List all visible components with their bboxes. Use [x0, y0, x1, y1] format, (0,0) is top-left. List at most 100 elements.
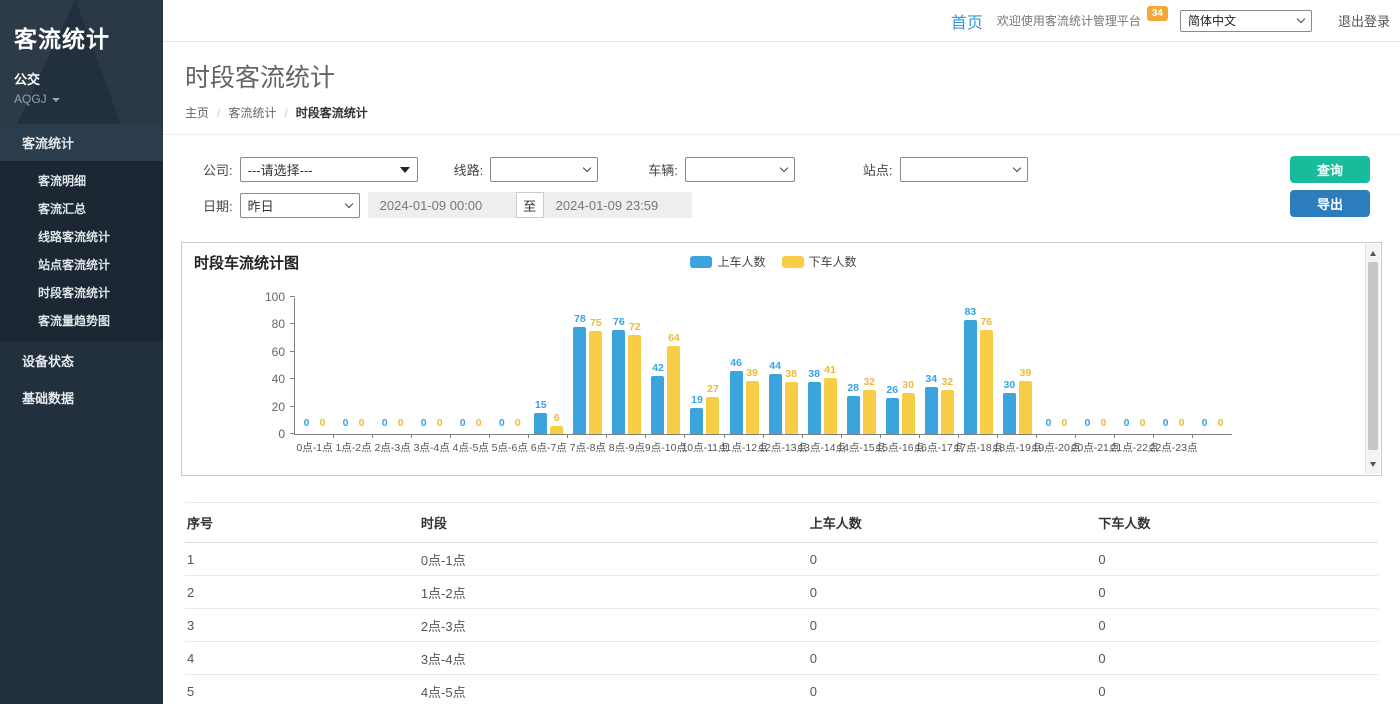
- x-axis-label: 22点-23点: [1150, 440, 1198, 455]
- table-cell: 0: [1096, 576, 1378, 609]
- bar-column: 76: [980, 316, 993, 434]
- query-button[interactable]: 查询: [1290, 156, 1370, 183]
- x-axis-tick: [372, 434, 373, 438]
- bar-column: 39: [1019, 367, 1032, 434]
- table-cell: 0: [1096, 642, 1378, 675]
- sidebar-subitem-客流明细[interactable]: 客流明细: [0, 166, 163, 194]
- org-switcher[interactable]: AQGJ: [14, 92, 149, 106]
- scroll-up-icon[interactable]: [1366, 246, 1380, 261]
- bar-column: 75: [589, 317, 602, 434]
- chart-vertical-scrollbar[interactable]: [1365, 244, 1380, 474]
- bar-下车人数: [550, 426, 563, 434]
- legend-item-下车人数[interactable]: 下车人数: [782, 253, 857, 270]
- chart-category-group: 303918点-19点: [998, 298, 1037, 434]
- chart-category-group: 0020点-21点: [1076, 298, 1115, 434]
- sidebar-subitem-客流量趋势图[interactable]: 客流量趋势图: [0, 306, 163, 334]
- sidebar: 客流统计 公交 AQGJ 客流统计客流明细客流汇总线路客流统计站点客流统计时段客…: [0, 0, 163, 704]
- sidebar-subitem-客流汇总[interactable]: 客流汇总: [0, 194, 163, 222]
- chart-category-group: 00: [1193, 298, 1232, 434]
- x-axis-tick: [489, 434, 490, 438]
- sidebar-subitem-时段客流统计[interactable]: 时段客流统计: [0, 278, 163, 306]
- legend-swatch-icon: [690, 256, 712, 268]
- sidebar-item-客流统计[interactable]: 客流统计: [0, 124, 163, 161]
- chart-legend: 上车人数下车人数: [182, 253, 1365, 270]
- bar-value-label: 0: [515, 417, 521, 429]
- x-axis-tick: [1036, 434, 1037, 438]
- date-to-input[interactable]: 2024-01-09 23:59: [544, 192, 692, 218]
- chevron-down-icon: [1012, 164, 1020, 172]
- bar-上车人数: [964, 320, 977, 434]
- language-select[interactable]: 简体中文: [1180, 10, 1312, 32]
- bar-column: 0: [1136, 417, 1149, 434]
- x-axis-tick: [1114, 434, 1115, 438]
- bar-上车人数: [573, 327, 586, 434]
- breadcrumb-parent[interactable]: 客流统计: [228, 106, 276, 120]
- bar-column: 0: [1058, 417, 1071, 434]
- bar-下车人数: [785, 382, 798, 434]
- table-header-cell: 序号: [185, 503, 419, 543]
- bar-上车人数: [690, 408, 703, 434]
- bar-column: 0: [1042, 417, 1055, 434]
- bar-value-label: 0: [359, 417, 365, 429]
- bar-column: 30: [902, 379, 915, 434]
- station-select[interactable]: [900, 157, 1028, 182]
- bar-value-label: 0: [460, 417, 466, 429]
- date-preset-select[interactable]: 昨日: [240, 193, 360, 218]
- caret-down-icon: [52, 98, 60, 102]
- x-axis-tick: [958, 434, 959, 438]
- company-select-value: ---请选择---: [248, 160, 313, 179]
- table-cell: 5: [185, 675, 419, 704]
- sidebar-item-设备状态[interactable]: 设备状态: [0, 342, 163, 379]
- sidebar-subitem-线路客流统计[interactable]: 线路客流统计: [0, 222, 163, 250]
- y-axis-label: 80: [272, 317, 285, 331]
- export-button[interactable]: 导出: [1290, 190, 1370, 217]
- logout-link[interactable]: 退出登录: [1338, 11, 1390, 30]
- bar-上车人数: [1003, 393, 1016, 434]
- chart-panel: 时段车流统计图 上车人数下车人数 020406080100000点-1点001点…: [181, 242, 1382, 476]
- chart-category-group: 0022点-23点: [1154, 298, 1193, 434]
- breadcrumb-home[interactable]: 主页: [185, 106, 209, 120]
- bar-上车人数: [847, 396, 860, 434]
- bar-column: 0: [1120, 417, 1133, 434]
- bar-value-label: 0: [1163, 417, 1169, 429]
- breadcrumb-separator: /: [217, 106, 220, 120]
- sidebar-submenu: 客流明细客流汇总线路客流统计站点客流统计时段客流统计客流量趋势图: [0, 161, 163, 342]
- bar-column: 0: [1159, 417, 1172, 434]
- bar-上车人数: [769, 374, 782, 434]
- scroll-down-icon[interactable]: [1366, 457, 1380, 472]
- bar-value-label: 0: [320, 417, 326, 429]
- line-select[interactable]: [490, 157, 598, 182]
- company-select[interactable]: ---请选择---: [240, 157, 418, 182]
- chart-category-group: 192710点-11点: [685, 298, 724, 434]
- bar-value-label: 76: [613, 316, 625, 328]
- sidebar-item-基础数据[interactable]: 基础数据: [0, 379, 163, 416]
- vehicle-select[interactable]: [685, 157, 795, 182]
- bar-column: 0: [456, 417, 469, 434]
- bar-column: 76: [612, 316, 625, 434]
- home-link[interactable]: 首页: [951, 9, 983, 33]
- table-cell: 1: [185, 543, 419, 576]
- bar-value-label: 30: [902, 379, 914, 391]
- bar-value-label: 6: [554, 412, 560, 424]
- bar-下车人数: [863, 390, 876, 434]
- bar-column: 19: [690, 394, 703, 434]
- x-axis-tick: [333, 434, 334, 438]
- date-to-separator: 至: [516, 192, 544, 218]
- date-from-input[interactable]: 2024-01-09 00:00: [368, 192, 516, 218]
- chart-category-group: 005点-6点: [490, 298, 529, 434]
- bar-column: 15: [534, 399, 547, 434]
- bar-value-label: 15: [535, 399, 547, 411]
- scrollbar-thumb[interactable]: [1368, 262, 1378, 450]
- sidebar-subitem-站点客流统计[interactable]: 站点客流统计: [0, 250, 163, 278]
- chart-category-group: 42649点-10点: [646, 298, 685, 434]
- table-cell: 1点-2点: [419, 576, 808, 609]
- legend-item-上车人数[interactable]: 上车人数: [690, 253, 765, 270]
- org-code-label: AQGJ: [14, 92, 47, 106]
- bar-column: 0: [355, 417, 368, 434]
- bar-value-label: 32: [863, 376, 875, 388]
- notification-badge[interactable]: 34: [1147, 6, 1168, 21]
- chart-category-group: 76728点-9点: [607, 298, 646, 434]
- bar-value-label: 41: [824, 364, 836, 376]
- bar-value-label: 0: [1179, 417, 1185, 429]
- bar-上车人数: [925, 387, 938, 434]
